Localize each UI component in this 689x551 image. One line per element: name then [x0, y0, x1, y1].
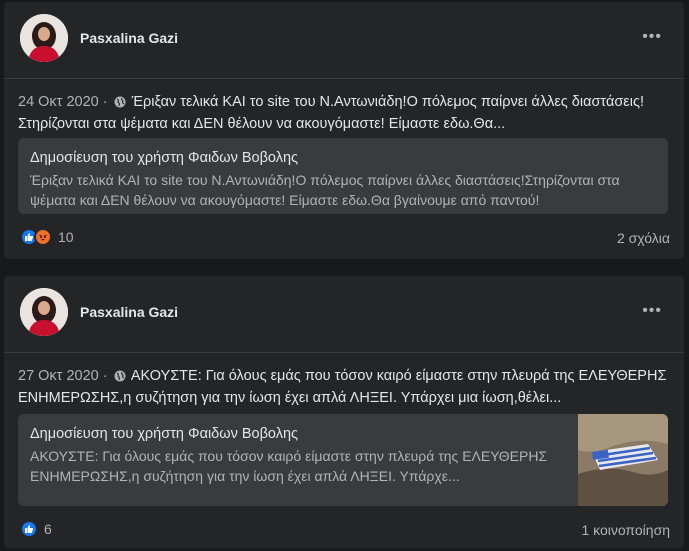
reactions-summary[interactable]: 10 [20, 228, 74, 246]
more-options-icon[interactable]: ••• [642, 28, 662, 46]
like-reaction-icon [20, 520, 38, 538]
post-text-block: 27 Οκτ 2020 · ΑΚΟΥΣΤΕ: Για όλους εμάς πο… [18, 366, 668, 408]
post-header: Pasxalina Gazi ••• [4, 2, 684, 78]
shared-post-preview[interactable]: Δημοσίευση του χρήστη Φαιδων Βοβολης Έρι… [18, 138, 668, 214]
shared-post-text: ΑΚΟΥΣΤΕ: Για όλους εμάς που τόσον καιρό … [30, 448, 548, 484]
reaction-count: 6 [44, 521, 52, 537]
shares-link[interactable]: 1 κοινοποίηση [581, 522, 670, 538]
avatar[interactable] [20, 14, 68, 62]
post-date[interactable]: 24 Οκτ 2020 [18, 94, 99, 110]
author-name[interactable]: Pasxalina Gazi [80, 30, 178, 46]
shared-post-title: Δημοσίευση του χρήστη Φαιδων Βοβολης [30, 150, 299, 166]
shared-post-title: Δημοσίευση του χρήστη Φαιδων Βοβολης [30, 426, 299, 442]
globe-icon [114, 368, 126, 388]
post-header: Pasxalina Gazi ••• [4, 276, 684, 352]
globe-icon [114, 94, 126, 114]
post-text: Έριξαν τελικά ΚΑΙ το site του Ν.Αντωνιάδ… [18, 94, 644, 132]
avatar[interactable] [20, 288, 68, 336]
post-text-block: 24 Οκτ 2020 · Έριξαν τελικά ΚΑΙ το site … [18, 92, 668, 134]
meta-separator: · [102, 94, 108, 110]
divider [4, 352, 684, 353]
post-card: Pasxalina Gazi ••• 24 Οκτ 2020 · Έριξαν … [4, 2, 684, 259]
shared-post-thumbnail[interactable] [578, 414, 668, 506]
angry-reaction-icon [34, 228, 52, 246]
author-name[interactable]: Pasxalina Gazi [80, 304, 178, 320]
post-date[interactable]: 27 Οκτ 2020 [18, 368, 99, 384]
reactions-summary[interactable]: 6 [20, 520, 52, 538]
more-options-icon[interactable]: ••• [642, 302, 662, 320]
comments-link[interactable]: 2 σχόλια [617, 230, 670, 246]
shared-post-text: Έριξαν τελικά ΚΑΙ το site του Ν.Αντωνιάδ… [30, 172, 620, 208]
divider [4, 78, 684, 79]
shared-post-preview[interactable]: Δημοσίευση του χρήστη Φαιδων Βοβολης ΑΚΟ… [18, 414, 668, 506]
post-card: Pasxalina Gazi ••• 27 Οκτ 2020 · ΑΚΟΥΣΤΕ… [4, 276, 684, 548]
meta-separator: · [102, 368, 108, 384]
reaction-count: 10 [58, 229, 74, 245]
